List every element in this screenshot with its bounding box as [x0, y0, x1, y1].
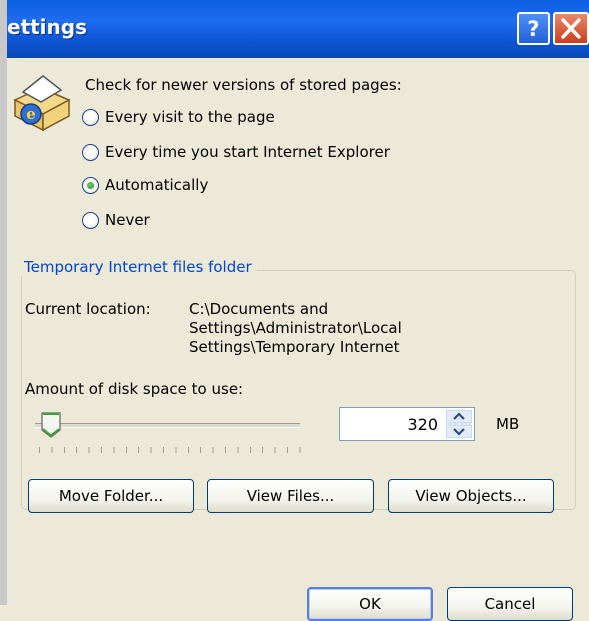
help-button[interactable]: ? — [517, 12, 550, 45]
location-line: Settings\Temporary Internet — [189, 338, 400, 356]
dialog-body: e Check for newer versions of stored pag… — [7, 58, 589, 621]
radio-button[interactable] — [82, 143, 99, 161]
disk-space-slider-track[interactable] — [35, 423, 300, 428]
help-icon: ? — [527, 17, 539, 41]
current-location-path: C:\Documents and Settings\Administrator\… — [189, 300, 489, 357]
radio-button[interactable] — [82, 211, 99, 229]
disk-space-value[interactable]: 320 — [407, 415, 438, 434]
radio-every-start[interactable]: Every time you start Internet Explorer — [82, 141, 390, 163]
radio-button-selected[interactable] — [82, 176, 99, 194]
radio-label: Every time you start Internet Explorer — [105, 143, 390, 161]
help-glyph: ? — [527, 17, 539, 41]
left-window-edge — [0, 0, 7, 605]
current-location-label: Current location: — [25, 300, 151, 318]
close-button[interactable] — [553, 12, 589, 45]
radio-label: Never — [105, 211, 150, 229]
radio-label: Every visit to the page — [105, 108, 275, 126]
view-objects-button[interactable]: View Objects... — [388, 479, 554, 513]
ok-button[interactable]: OK — [307, 587, 433, 621]
disk-space-label: Amount of disk space to use: — [25, 380, 244, 398]
window-title: ettings — [7, 15, 87, 39]
radio-never[interactable]: Never — [82, 209, 150, 231]
radio-automatically[interactable]: Automatically — [82, 174, 208, 196]
cancel-button[interactable]: Cancel — [447, 587, 573, 621]
spin-arrows-icon[interactable] — [446, 410, 472, 438]
slider-ticks — [39, 447, 301, 453]
disk-space-spinbox[interactable]: 320 — [339, 407, 475, 441]
ie-cache-icon: e — [13, 75, 71, 132]
move-folder-button[interactable]: Move Folder... — [28, 479, 194, 513]
disk-space-slider-thumb[interactable] — [40, 411, 62, 439]
disk-unit-label: MB — [496, 415, 520, 433]
radio-every-visit[interactable]: Every visit to the page — [82, 106, 275, 128]
radio-label: Automatically — [105, 176, 209, 194]
close-x-icon — [561, 18, 581, 39]
view-files-button[interactable]: View Files... — [207, 479, 374, 513]
location-line: C:\Documents and — [189, 300, 329, 318]
location-line: Settings\Administrator\Local — [189, 319, 402, 337]
check-versions-heading: Check for newer versions of stored pages… — [85, 76, 402, 94]
svg-text:e: e — [26, 105, 36, 123]
radio-button[interactable] — [82, 108, 99, 126]
temp-files-group-title: Temporary Internet files folder — [19, 258, 257, 276]
title-bar[interactable]: ettings ? — [7, 0, 589, 58]
